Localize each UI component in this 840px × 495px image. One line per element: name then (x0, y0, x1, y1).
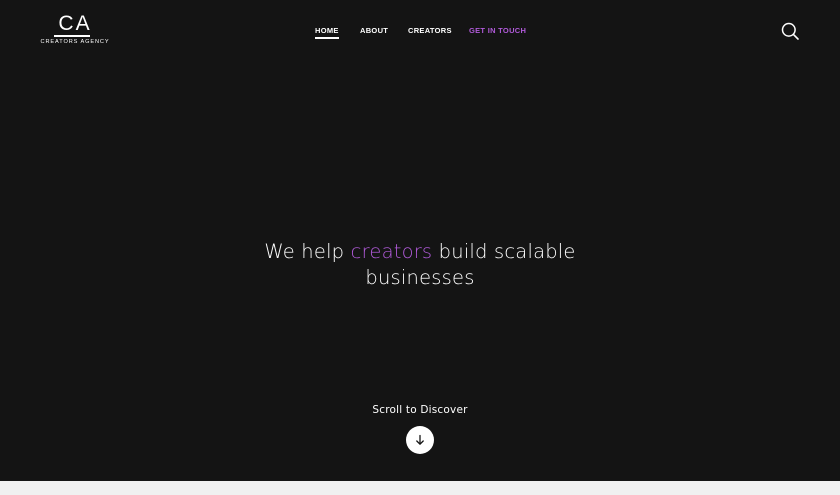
scroll-down-button[interactable] (406, 426, 434, 454)
scroll-label: Scroll to Discover (372, 404, 468, 416)
headline-accent: creators (350, 240, 433, 263)
nav-item-about[interactable]: ABOUT (360, 26, 388, 35)
search-button[interactable] (780, 21, 800, 41)
nav-item-creators[interactable]: CREATORS (408, 26, 452, 35)
headline-text-start: We help (264, 240, 351, 263)
hero-section: CA CREATORS AGENCY HOME ABOUT CREATORS G… (0, 0, 840, 481)
hero-headline: We help creators build scalable business… (220, 239, 620, 291)
arrow-down-icon (416, 434, 424, 445)
nav-item-home[interactable]: HOME (315, 26, 339, 39)
page-footer-strip (0, 481, 840, 495)
main-nav: HOME ABOUT CREATORS GET IN TOUCH (0, 26, 840, 40)
search-icon (781, 22, 799, 40)
nav-item-get-in-touch[interactable]: GET IN TOUCH (469, 26, 526, 35)
